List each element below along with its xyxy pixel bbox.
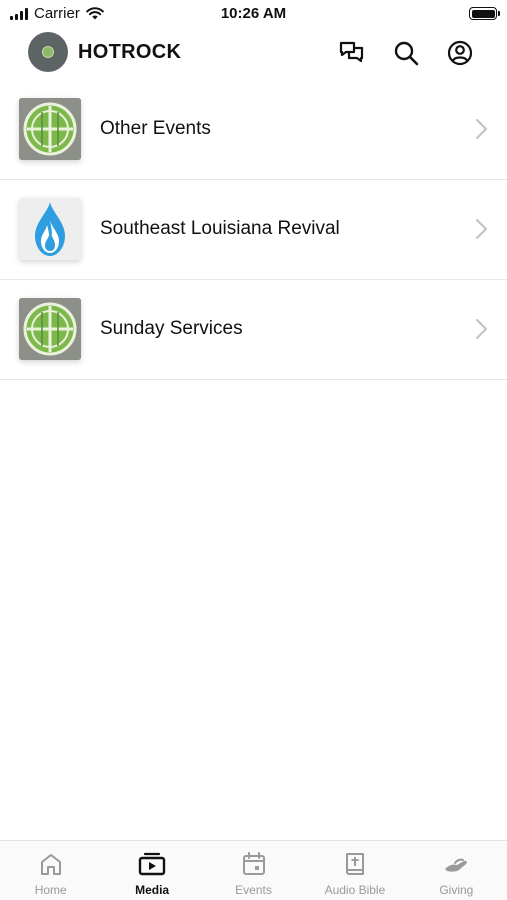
profile-button[interactable] bbox=[445, 38, 475, 68]
tab-giving[interactable]: Giving bbox=[406, 841, 507, 900]
tab-audio-bible[interactable]: Audio Bible bbox=[304, 841, 405, 900]
list-item[interactable]: Sunday Services bbox=[0, 280, 507, 380]
church-avatar[interactable] bbox=[28, 32, 68, 72]
church-logo-icon bbox=[19, 298, 81, 360]
bible-icon bbox=[345, 853, 364, 875]
list-item-label: Sunday Services bbox=[100, 318, 243, 339]
status-bar: Carrier 10:26 AM bbox=[0, 0, 507, 28]
tab-events[interactable]: Events bbox=[203, 841, 304, 900]
tab-label: Giving bbox=[439, 883, 474, 897]
app-header: HOTROCK bbox=[0, 28, 507, 78]
search-button[interactable] bbox=[391, 38, 421, 68]
tab-label: Home bbox=[34, 883, 67, 897]
tab-label: Audio Bible bbox=[324, 883, 386, 897]
calendar-icon bbox=[242, 852, 265, 875]
status-time: 10:26 AM bbox=[220, 5, 287, 22]
tab-label: Media bbox=[135, 883, 170, 897]
list-item[interactable]: Southeast Louisiana Revival bbox=[0, 180, 507, 280]
church-logo-icon bbox=[19, 98, 81, 160]
media-list: Other Events Southeast Louisiana Revival bbox=[0, 80, 507, 380]
profile-icon bbox=[447, 40, 473, 66]
chevron-right-icon bbox=[475, 218, 488, 240]
tab-label: Events bbox=[235, 883, 272, 897]
chevron-right-icon bbox=[475, 118, 488, 140]
flame-icon bbox=[19, 198, 81, 260]
chat-icon bbox=[339, 41, 364, 63]
app-title: HOTROCK bbox=[78, 41, 182, 63]
tab-media[interactable]: Media bbox=[101, 841, 202, 900]
giving-icon bbox=[445, 858, 468, 872]
list-item[interactable]: Other Events bbox=[0, 80, 507, 180]
tab-bar: Home Media Events Audio Bible Giving bbox=[0, 840, 507, 900]
tab-home[interactable]: Home bbox=[0, 841, 101, 900]
chat-button[interactable] bbox=[337, 38, 367, 68]
list-item-label: Southeast Louisiana Revival bbox=[100, 218, 340, 239]
search-icon bbox=[394, 41, 419, 66]
home-icon bbox=[40, 854, 61, 875]
list-item-label: Other Events bbox=[100, 118, 211, 139]
battery-icon bbox=[469, 7, 500, 20]
media-icon bbox=[138, 852, 166, 876]
chevron-right-icon bbox=[475, 318, 488, 340]
